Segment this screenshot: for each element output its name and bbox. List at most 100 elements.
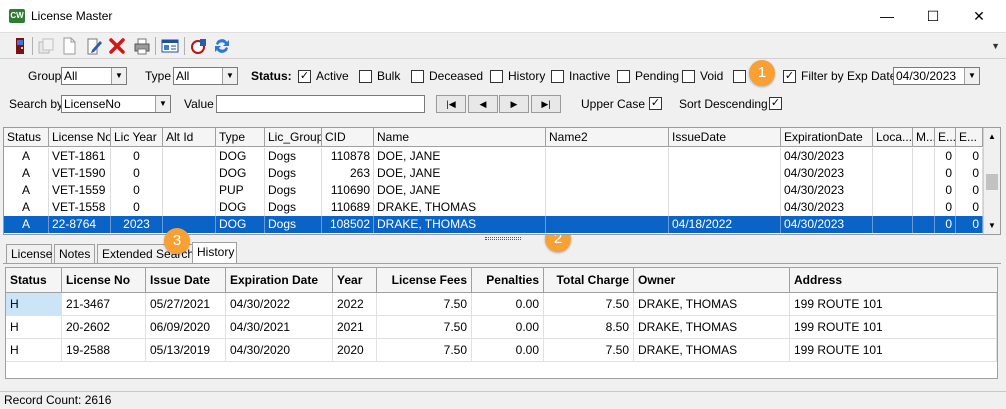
new-record-icon[interactable] xyxy=(60,37,78,55)
exp-date-picker[interactable]: 04/30/2023 ▼ xyxy=(893,67,980,85)
table-row[interactable]: A VET-1558 0 DOG Dogs 110689 DRAKE, THOMAS 04/3… xyxy=(4,199,984,216)
table-row[interactable]: A VET-1590 0 DOG Dogs 263 DOE, JANE 04/30/2023 0… xyxy=(4,165,984,182)
tab-history[interactable]: History xyxy=(192,242,237,264)
status-bulk-checkbox[interactable] xyxy=(359,70,372,83)
group-select[interactable]: All ▼ xyxy=(61,67,127,85)
panel-splitter[interactable] xyxy=(485,237,521,240)
column-header[interactable]: CID xyxy=(322,128,374,147)
table-cell: Dogs xyxy=(265,216,322,233)
history-row[interactable]: H 21-3467 05/27/2021 04/30/2022 2022 7.50 0.00… xyxy=(6,293,997,316)
column-header[interactable]: M... xyxy=(913,128,935,147)
history-cell: DRAKE, THOMAS xyxy=(634,316,790,339)
search-value-input[interactable] xyxy=(216,95,425,113)
edit-record-icon[interactable] xyxy=(85,37,103,55)
history-cell: 7.50 xyxy=(544,339,634,362)
column-header[interactable]: Lic_Group xyxy=(265,128,322,147)
value-label: Value xyxy=(184,97,214,111)
column-header[interactable]: Owner xyxy=(634,268,790,292)
status-inactive-label: Inactive xyxy=(569,69,611,83)
table-cell xyxy=(669,182,781,199)
sort-descending-checkbox[interactable]: ✓ xyxy=(769,97,782,110)
column-header[interactable]: License No xyxy=(49,128,111,147)
close-button[interactable]: ✕ xyxy=(956,0,1002,33)
column-header[interactable]: Year xyxy=(333,268,377,292)
history-cell: 7.50 xyxy=(544,293,634,316)
print-icon[interactable] xyxy=(133,37,151,55)
tab-divider xyxy=(3,263,1001,264)
column-header[interactable]: IssueDate xyxy=(669,128,781,147)
column-header[interactable]: Name2 xyxy=(546,128,669,147)
column-header[interactable]: ExpirationDate xyxy=(781,128,873,147)
column-header[interactable]: Penalties xyxy=(472,268,544,292)
next-record-button[interactable]: ▶ xyxy=(499,95,529,113)
app-logo-icon: CW xyxy=(9,9,25,23)
scroll-thumb[interactable] xyxy=(986,174,998,190)
column-header[interactable]: E... xyxy=(935,128,956,147)
table-cell xyxy=(669,165,781,182)
status-extra-checkbox[interactable] xyxy=(733,70,746,83)
column-header[interactable]: Alt Id xyxy=(163,128,216,147)
status-history-checkbox[interactable] xyxy=(490,70,503,83)
column-header[interactable]: Total Charge xyxy=(544,268,634,292)
column-header[interactable]: Status xyxy=(6,268,62,292)
view-details-icon[interactable] xyxy=(161,37,179,55)
upper-case-checkbox[interactable]: ✓ xyxy=(649,97,662,110)
column-header[interactable]: Status xyxy=(4,128,49,147)
delete-icon[interactable] xyxy=(108,37,126,55)
last-record-button[interactable]: ▶| xyxy=(531,95,561,113)
tab-license[interactable]: License xyxy=(6,244,52,263)
table-cell xyxy=(913,148,935,165)
first-record-button[interactable]: |◀ xyxy=(436,95,466,113)
table-row[interactable]: A 22-8764 2023 DOG Dogs 108502 DRAKE, THOMAS 04… xyxy=(4,216,984,233)
tab-notes[interactable]: Notes xyxy=(54,244,95,263)
table-cell xyxy=(546,165,669,182)
renew-icon[interactable] xyxy=(190,37,208,55)
toolbar-separator xyxy=(155,37,156,55)
column-header[interactable]: Type xyxy=(216,128,265,147)
history-cell: 05/13/2019 xyxy=(146,339,226,362)
table-cell xyxy=(873,148,913,165)
column-header[interactable]: License No xyxy=(62,268,146,292)
status-void-checkbox[interactable] xyxy=(682,70,695,83)
history-row[interactable]: H 20-2602 06/09/2020 04/30/2021 2021 7.50 0.00… xyxy=(6,316,997,339)
table-cell: PUP xyxy=(216,182,265,199)
column-header[interactable]: Loca... xyxy=(873,128,913,147)
column-header[interactable]: Address xyxy=(790,268,997,292)
status-inactive-checkbox[interactable] xyxy=(551,70,564,83)
column-header[interactable]: Expiration Date xyxy=(226,268,333,292)
table-cell: DOG xyxy=(216,216,265,233)
table-row[interactable]: A VET-1559 0 PUP Dogs 110690 DOE, JANE 04/30/20… xyxy=(4,182,984,199)
filter-by-exp-date-checkbox[interactable]: ✓ xyxy=(783,70,796,83)
table-cell: A xyxy=(4,148,49,165)
table-cell xyxy=(873,165,913,182)
scroll-up-icon[interactable]: ▲ xyxy=(984,128,1000,145)
column-header[interactable]: Lic Year xyxy=(111,128,163,147)
table-row[interactable]: A VET-1861 0 DOG Dogs 110878 DOE, JANE 04/30/20… xyxy=(4,148,984,165)
history-row[interactable]: H 19-2588 05/13/2019 04/30/2020 2020 7.50 0.00… xyxy=(6,339,997,362)
type-label: Type xyxy=(145,69,172,83)
search-by-select[interactable]: LicenseNo ▼ xyxy=(61,95,171,113)
history-cell: 04/30/2022 xyxy=(226,293,333,316)
chevron-down-icon: ▼ xyxy=(222,68,237,84)
toolbar-overflow-button[interactable]: ▼ xyxy=(991,41,1000,51)
column-header[interactable]: E... xyxy=(956,128,983,147)
previous-record-button[interactable]: ◀ xyxy=(468,95,498,113)
status-deceased-checkbox[interactable] xyxy=(411,70,424,83)
maximize-button[interactable]: ☐ xyxy=(910,0,956,33)
status-label: Status: xyxy=(251,69,292,83)
licenses-grid-scrollbar[interactable]: ▲ ▼ xyxy=(983,128,1000,234)
type-select[interactable]: All ▼ xyxy=(173,67,238,85)
status-pending-checkbox[interactable] xyxy=(617,70,630,83)
column-header[interactable]: License Fees xyxy=(377,268,472,292)
copy-record-icon[interactable] xyxy=(37,37,55,55)
history-cell: 19-2588 xyxy=(62,339,146,362)
status-active-checkbox[interactable]: ✓ xyxy=(298,70,311,83)
table-cell xyxy=(913,165,935,182)
refresh-icon[interactable] xyxy=(213,37,231,55)
column-header[interactable]: Issue Date xyxy=(146,268,226,292)
scroll-down-icon[interactable]: ▼ xyxy=(984,217,1000,234)
exit-icon[interactable] xyxy=(11,37,29,55)
column-header[interactable]: Name xyxy=(374,128,546,147)
title-bar: CW License Master — ☐ ✕ xyxy=(0,0,1006,33)
minimize-button[interactable]: — xyxy=(864,0,910,33)
